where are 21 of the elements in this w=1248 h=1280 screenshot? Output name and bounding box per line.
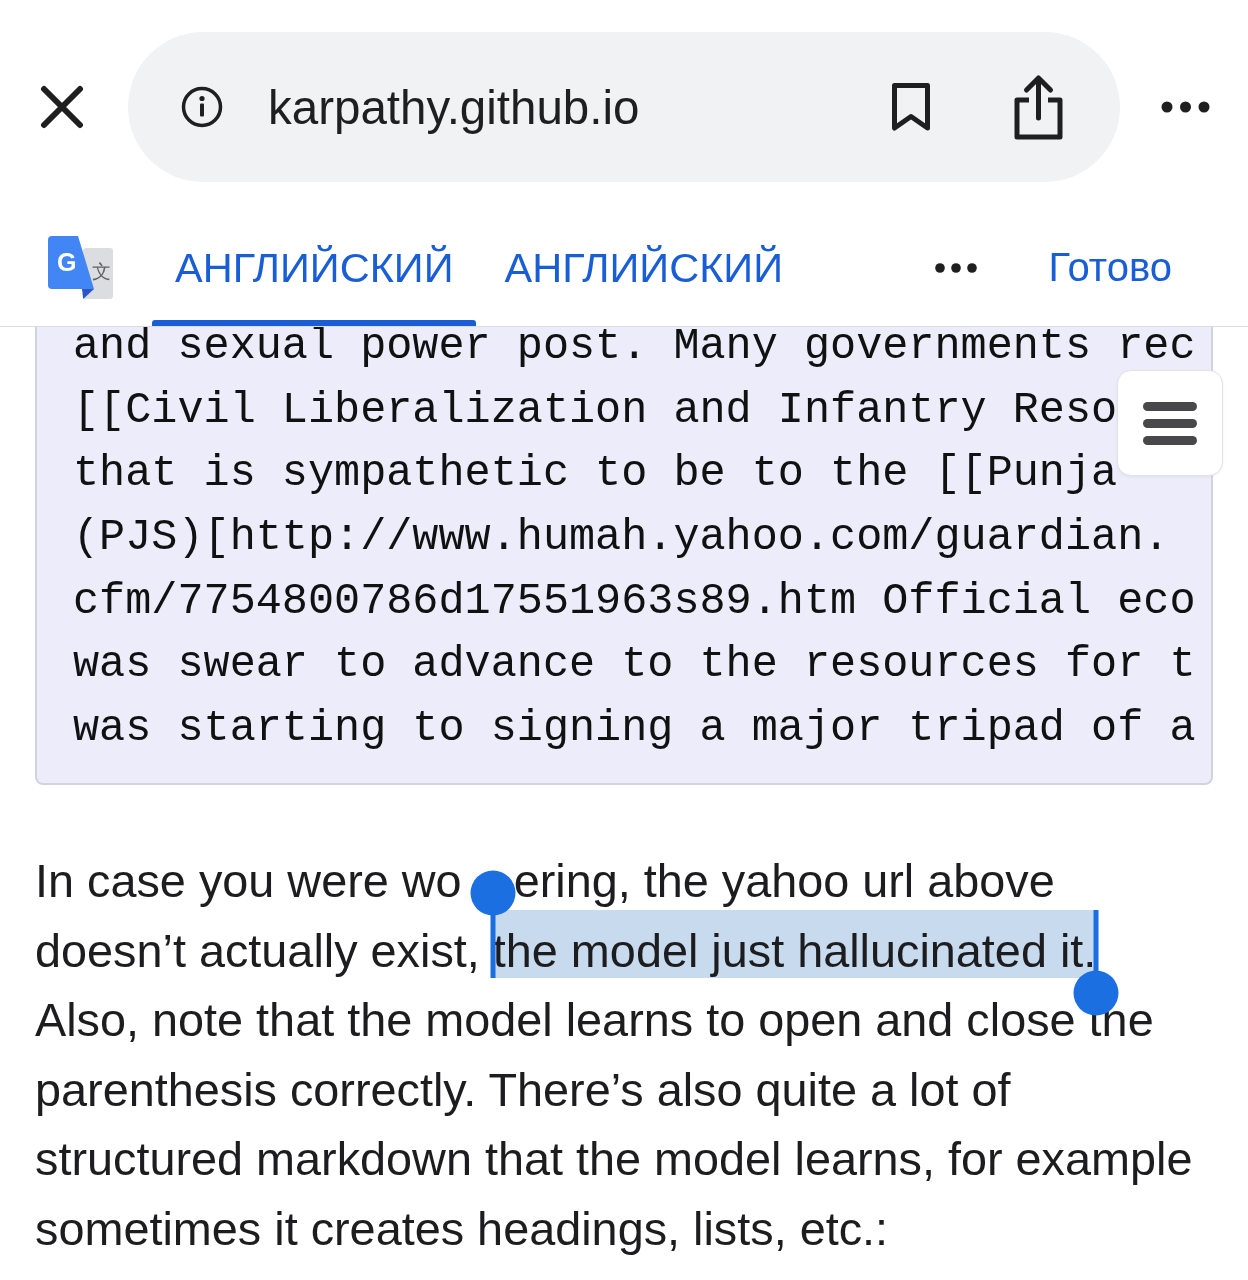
translate-logo: G 文 xyxy=(48,236,113,299)
share-icon[interactable] xyxy=(1012,73,1065,141)
code-line: that is sympathetic to be to the [[Punja xyxy=(73,454,1118,495)
url-text: karpathy.github.io xyxy=(268,79,641,135)
code-line: [[Civil Liberalization and Infantry Reso xyxy=(73,390,1118,431)
code-line: and sexual power post. Many governments rec xyxy=(73,327,1196,367)
menu-button[interactable] xyxy=(1117,370,1223,476)
language-tab[interactable]: АНГЛИЙСКИЙ xyxy=(481,209,806,326)
info-icon[interactable] xyxy=(181,86,223,128)
more-icon[interactable] xyxy=(1161,101,1210,113)
more-icon[interactable] xyxy=(935,262,978,273)
code-line: was starting to signing a major tripad of a xyxy=(73,708,1196,749)
done-button[interactable]: Готово xyxy=(1048,245,1172,290)
code-line: (PJS)[http://www.humah.yahoo.com/guardian. xyxy=(73,517,1170,558)
menu-icon xyxy=(1143,401,1197,445)
language-tab[interactable]: АНГЛИЙСКИЙ xyxy=(152,209,477,326)
bookmark-icon[interactable] xyxy=(890,82,932,132)
code-line: was swear to advance to the resources for t xyxy=(73,645,1196,686)
close-icon[interactable] xyxy=(40,85,84,129)
address-bar[interactable]: karpathy.github.io xyxy=(128,32,1120,182)
code-line: cfm/7754800786d17551963s89.htm Official eco xyxy=(73,581,1196,622)
